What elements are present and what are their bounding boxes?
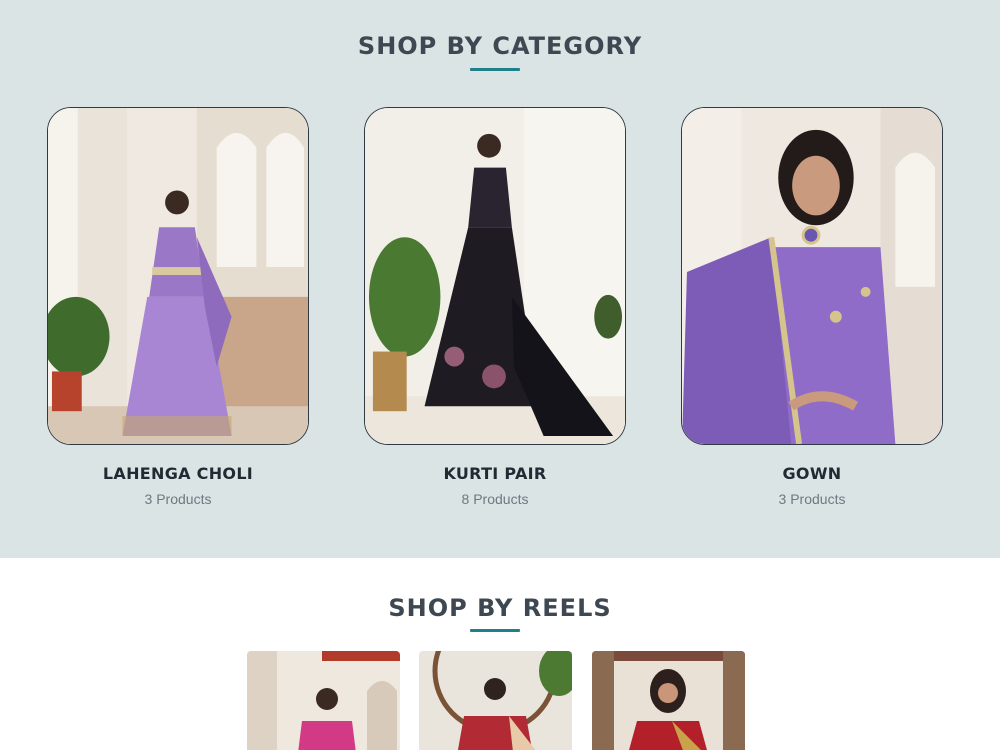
category-card-gown[interactable] <box>681 107 943 445</box>
reel-card[interactable] <box>592 651 745 750</box>
lahenga-choli-image <box>48 108 308 444</box>
category-name[interactable]: KURTI PAIR <box>364 464 626 483</box>
reels-section-title: SHOP BY REELS <box>388 594 612 622</box>
category-product-count: 3 Products <box>778 491 846 507</box>
category-card-lahenga-choli[interactable] <box>47 107 309 445</box>
reels-title-underline <box>470 629 520 632</box>
category-product-count: 8 Products <box>461 491 529 507</box>
category-card-kurti-pair[interactable] <box>364 107 626 445</box>
category-product-count: 3 Products <box>144 491 212 507</box>
shop-by-category-section: SHOP BY CATEGORY LAHENGA CHOLI 3 Product… <box>0 0 1000 558</box>
kurti-pair-image <box>365 108 625 444</box>
reel-thumbnail <box>592 651 745 750</box>
category-name[interactable]: LAHENGA CHOLI <box>47 464 309 483</box>
reel-thumbnail <box>247 651 400 750</box>
category-name[interactable]: GOWN <box>681 464 943 483</box>
category-section-title: SHOP BY CATEGORY <box>357 32 643 60</box>
reel-card[interactable] <box>419 651 572 750</box>
reel-card[interactable] <box>247 651 400 750</box>
gown-image <box>682 108 942 444</box>
reel-thumbnail <box>419 651 572 750</box>
category-title-underline <box>470 68 520 71</box>
